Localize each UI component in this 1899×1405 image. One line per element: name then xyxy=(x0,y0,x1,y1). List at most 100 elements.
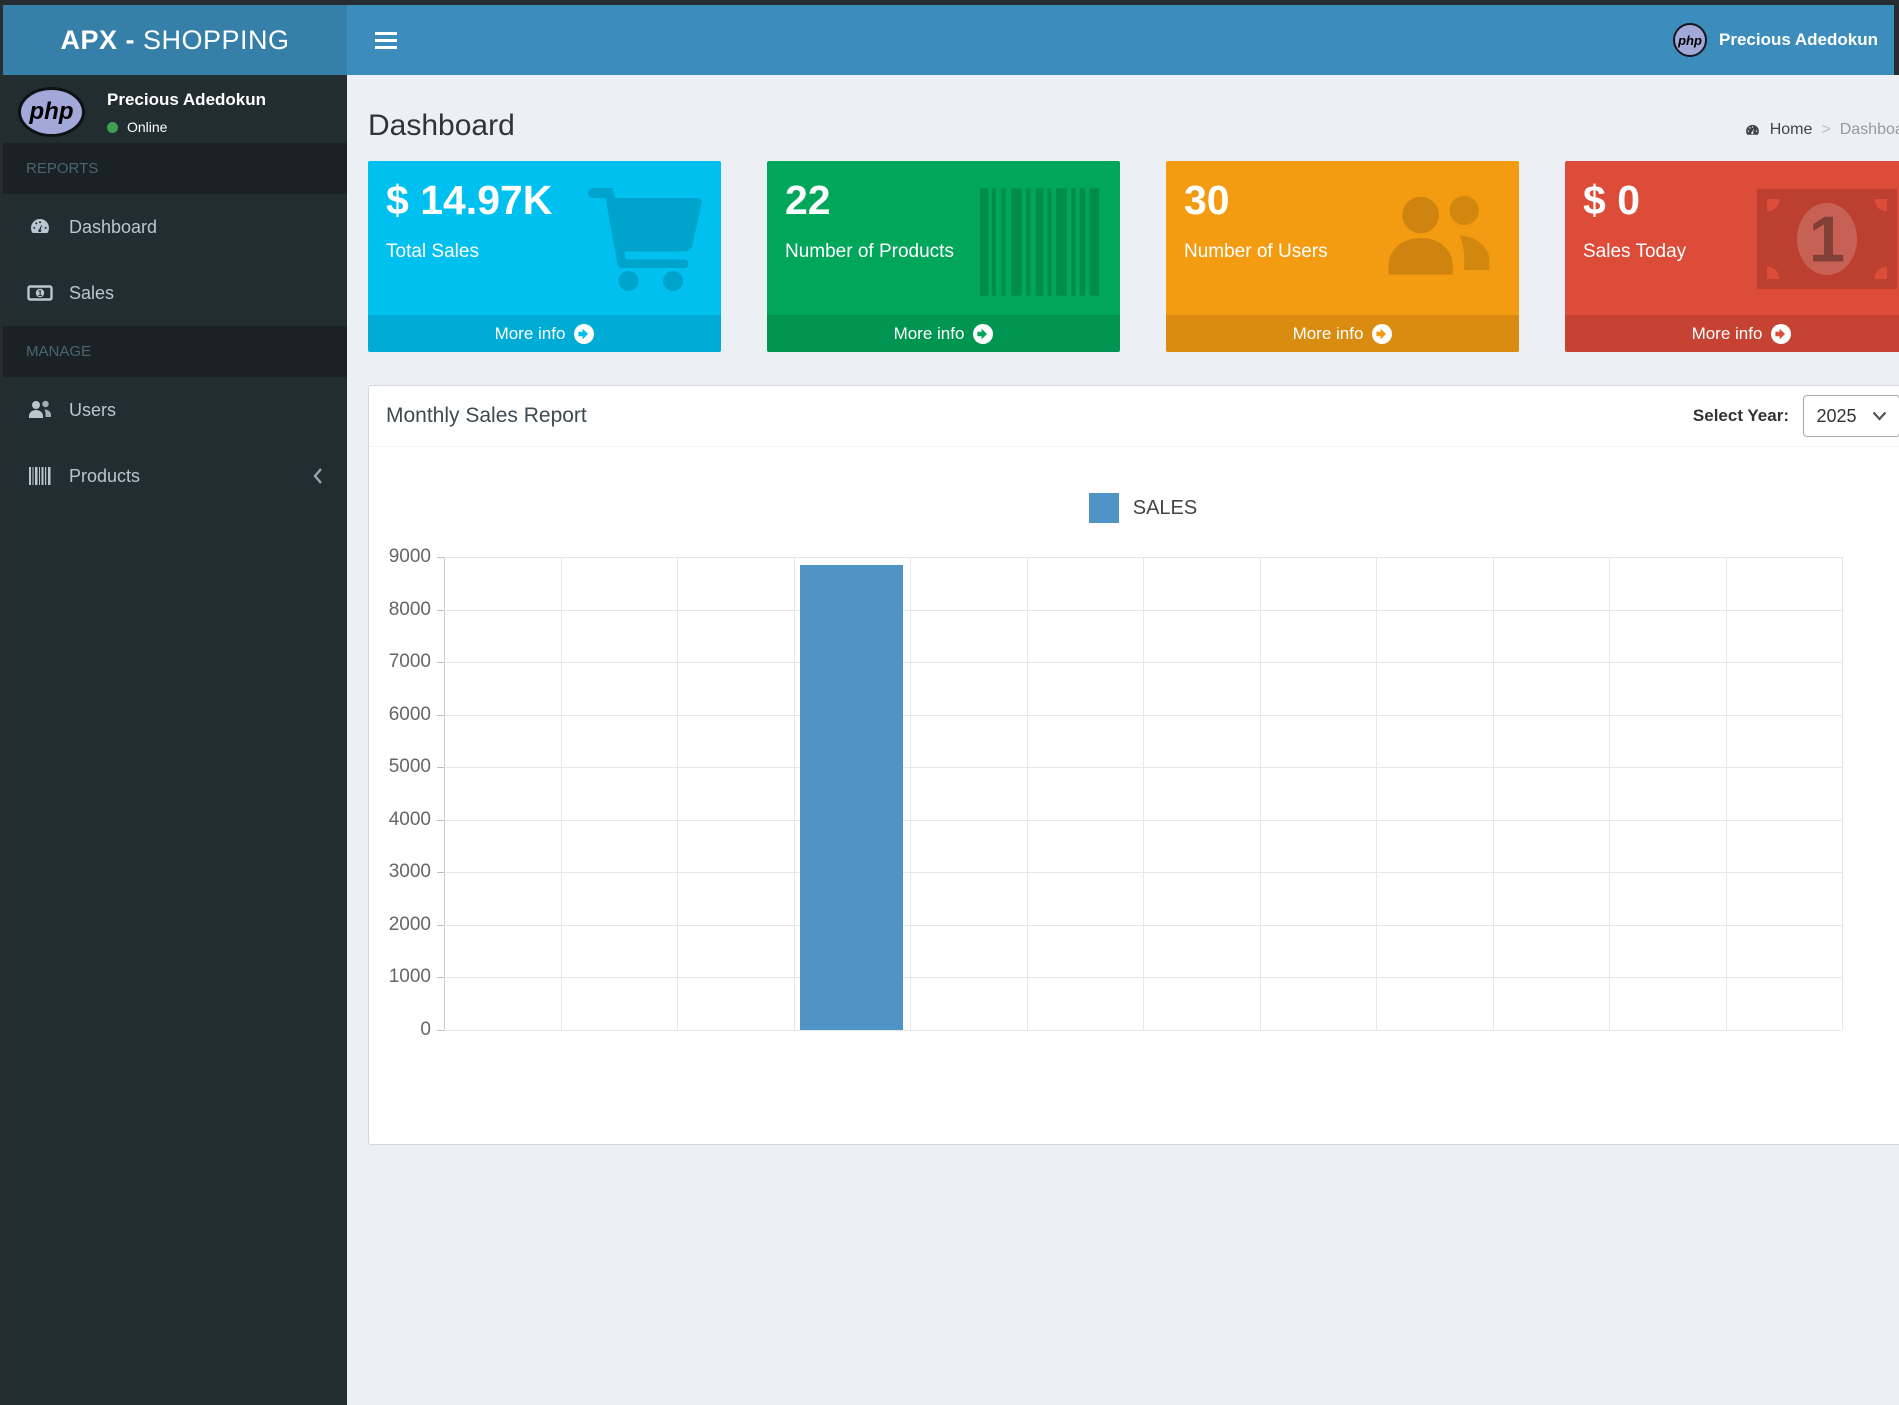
v-gridline xyxy=(1842,557,1843,1030)
sidebar-item-label: Sales xyxy=(69,283,114,304)
content-header: Dashboard Home > Dashboard xyxy=(368,75,1899,161)
arrow-circle-right-icon xyxy=(1372,324,1392,344)
y-tick xyxy=(437,715,444,716)
v-gridline xyxy=(561,557,562,1030)
page-title: Dashboard xyxy=(368,109,515,143)
sidebar-toggle-button[interactable] xyxy=(365,18,407,63)
hamburger-icon xyxy=(375,32,397,49)
sidebar-section-manage: MANAGE xyxy=(3,326,347,377)
y-tick xyxy=(437,872,444,873)
select-year-label: Select Year: xyxy=(1693,406,1789,426)
top-navbar: php Precious Adedokun xyxy=(347,5,1894,75)
sales-chart: SALES 9000800070006000500040003000200010… xyxy=(369,447,1899,1057)
sidebar: php Precious Adedokun Online REPORTS Das… xyxy=(3,75,347,1405)
online-status-icon xyxy=(107,122,118,133)
v-gridline xyxy=(794,557,795,1030)
y-tick-label: 2000 xyxy=(387,914,431,936)
navbar-user-menu[interactable]: php Precious Adedokun xyxy=(1673,23,1894,57)
v-gridline xyxy=(1726,557,1727,1030)
v-gridline xyxy=(1260,557,1261,1030)
arrow-circle-right-icon xyxy=(973,324,993,344)
brand-logo[interactable]: APX - SHOPPING xyxy=(3,5,347,75)
more-info-link[interactable]: More info xyxy=(368,315,721,352)
y-tick-label: 7000 xyxy=(387,651,431,673)
info-box-label: Number of Users xyxy=(1184,241,1501,263)
info-box-label: Sales Today xyxy=(1583,241,1899,263)
panel-title: Monthly Sales Report xyxy=(386,404,587,428)
chevron-left-icon xyxy=(311,467,325,485)
more-info-label: More info xyxy=(1692,324,1763,344)
y-tick xyxy=(437,557,444,558)
arrow-circle-right-icon xyxy=(574,324,594,344)
chart-legend[interactable]: SALES xyxy=(387,493,1899,523)
info-box-products: 22 Number of Products More info xyxy=(767,161,1120,352)
svg-text:1: 1 xyxy=(38,289,43,298)
sidebar-item-products[interactable]: Products xyxy=(3,443,347,509)
brand-light: SHOPPING xyxy=(135,25,290,56)
legend-swatch xyxy=(1089,493,1119,523)
sidebar-section-reports: REPORTS xyxy=(3,143,347,194)
v-gridline xyxy=(1609,557,1610,1030)
more-info-link[interactable]: More info xyxy=(767,315,1120,352)
sidebar-item-dashboard[interactable]: Dashboard xyxy=(3,194,347,260)
v-gridline xyxy=(910,557,911,1030)
info-box-row: $ 14.97K Total Sales More info 22 Number xyxy=(368,161,1899,352)
breadcrumb-separator: > xyxy=(1821,121,1830,139)
v-gridline xyxy=(1027,557,1028,1030)
info-box-value: $ 14.97K xyxy=(386,176,703,225)
dashboard-gauge-icon xyxy=(1744,122,1761,139)
y-tick-label: 6000 xyxy=(387,704,431,726)
v-gridline xyxy=(677,557,678,1030)
y-tick xyxy=(437,820,444,821)
info-box-sales-today: $ 0 Sales Today 1 More info xyxy=(1565,161,1899,352)
main-header: APX - SHOPPING php Precious Adedokun xyxy=(3,5,1894,75)
y-tick-label: 4000 xyxy=(387,809,431,831)
v-gridline xyxy=(1376,557,1377,1030)
y-tick-label: 9000 xyxy=(387,546,431,568)
breadcrumb: Home > Dashboard xyxy=(1744,121,1899,139)
y-tick-label: 0 xyxy=(387,1019,431,1041)
brand-bold: APX - xyxy=(60,25,135,56)
users-icon xyxy=(27,398,53,422)
navbar-user-name: Precious Adedokun xyxy=(1719,30,1878,50)
v-gridline xyxy=(1493,557,1494,1030)
sidebar-item-label: Users xyxy=(69,400,116,421)
y-tick xyxy=(437,610,444,611)
year-select-dropdown[interactable]: 2025 xyxy=(1803,395,1899,437)
breadcrumb-home-link[interactable]: Home xyxy=(1770,121,1813,139)
y-tick xyxy=(437,1030,444,1031)
content-area: Dashboard Home > Dashboard $ 14.97K Tota… xyxy=(347,75,1899,1405)
sidebar-item-sales[interactable]: 1 Sales xyxy=(3,260,347,326)
more-info-link[interactable]: More info xyxy=(1565,315,1899,352)
y-tick-label: 3000 xyxy=(387,861,431,883)
sidebar-item-label: Dashboard xyxy=(69,217,157,238)
v-gridline xyxy=(1143,557,1144,1030)
legend-label: SALES xyxy=(1133,497,1197,520)
sidebar-user-name: Precious Adedokun xyxy=(107,90,266,110)
y-axis-line xyxy=(444,557,445,1030)
info-box-users: 30 Number of Users More info xyxy=(1166,161,1519,352)
y-tick xyxy=(437,977,444,978)
y-tick xyxy=(437,925,444,926)
sidebar-item-users[interactable]: Users xyxy=(3,377,347,443)
year-picker: Select Year: 2025 xyxy=(1693,395,1899,437)
sidebar-item-label: Products xyxy=(69,466,140,487)
y-tick-label: 8000 xyxy=(387,599,431,621)
y-tick-label: 5000 xyxy=(387,756,431,778)
user-avatar: php xyxy=(1673,23,1707,57)
panel-header: Monthly Sales Report Select Year: 2025 xyxy=(369,386,1899,447)
more-info-link[interactable]: More info xyxy=(1166,315,1519,352)
sales-bar[interactable] xyxy=(800,565,904,1030)
sidebar-user-status[interactable]: Online xyxy=(107,119,266,135)
info-box-label: Number of Products xyxy=(785,241,1102,263)
monthly-sales-panel: Monthly Sales Report Select Year: 2025 S… xyxy=(368,385,1899,1145)
info-box-label: Total Sales xyxy=(386,241,703,263)
money-icon: 1 xyxy=(27,280,53,306)
sidebar-user-panel: php Precious Adedokun Online xyxy=(3,75,347,143)
breadcrumb-current: Dashboard xyxy=(1840,121,1899,139)
chart-plot-area: 9000800070006000500040003000200010000 xyxy=(444,557,1899,1057)
chevron-down-icon xyxy=(1872,411,1887,421)
y-tick xyxy=(437,767,444,768)
y-tick xyxy=(437,662,444,663)
barcode-icon xyxy=(27,465,53,487)
